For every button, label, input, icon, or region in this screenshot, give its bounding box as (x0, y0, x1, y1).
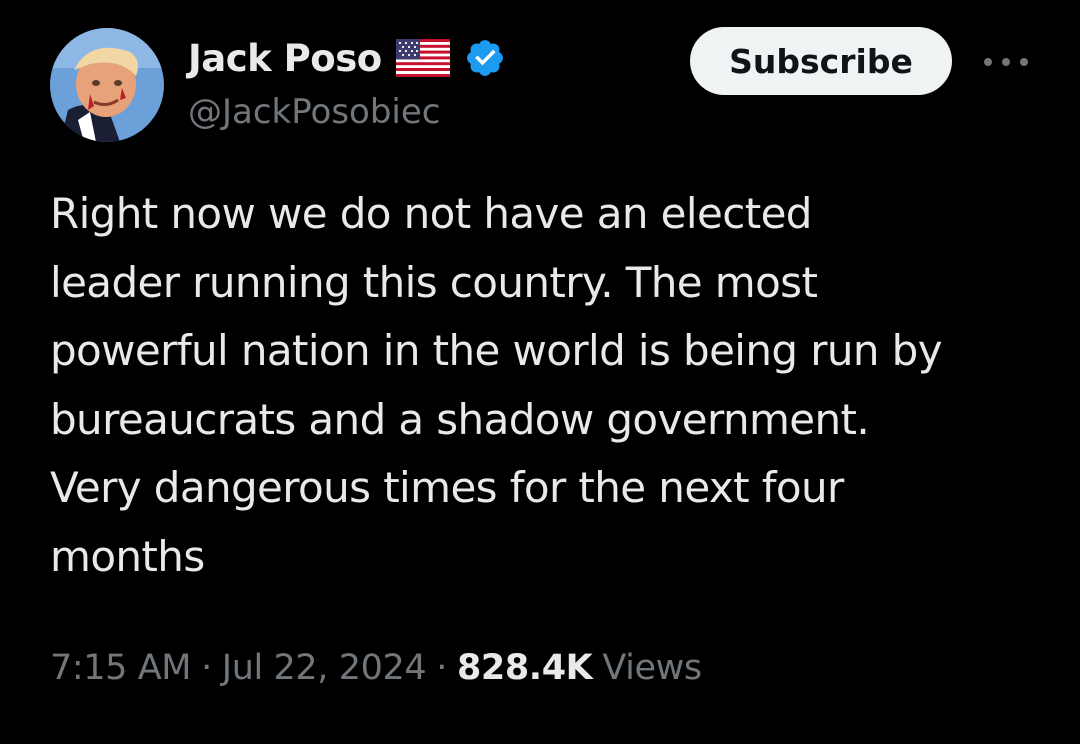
meta-separator: · (436, 648, 447, 688)
meta-separator: · (201, 648, 212, 688)
tweet-text-line: leader running this country. The most (50, 257, 818, 307)
tweet-text: Right now we do not have an elected lead… (50, 180, 1050, 591)
tweet-text-line: Right now we do not have an elected (50, 189, 812, 238)
views-count[interactable]: 828.4K (457, 648, 593, 688)
more-horizontal-icon[interactable] (984, 48, 1028, 76)
views-label: Views (602, 648, 702, 688)
avatar[interactable] (50, 28, 164, 142)
tweet-time[interactable]: 7:15 AM (50, 648, 191, 688)
tweet-date[interactable]: Jul 22, 2024 (222, 648, 427, 688)
author-display-name[interactable]: Jack Poso (188, 37, 382, 80)
avatar-image (50, 28, 164, 142)
subscribe-button[interactable]: Subscribe (690, 27, 952, 95)
more-dot (984, 58, 992, 66)
more-dot (1002, 58, 1010, 66)
author-handle[interactable]: @JackPosobiec (188, 92, 441, 132)
tweet-text-line: bureaucrats and a shadow government. (50, 394, 870, 444)
tweet-meta: 7:15 AM · Jul 22, 2024 · 828.4K Views (50, 642, 702, 694)
tweet-text-line: powerful nation in the world is being ru… (50, 326, 943, 375)
more-dot (1020, 58, 1028, 66)
author-name-row: Jack Poso (188, 32, 506, 84)
verified-badge-icon[interactable] (464, 37, 506, 79)
tweet-text-line: months (50, 531, 205, 581)
tweet-text-line: Very dangerous times for the next four (50, 463, 844, 512)
us-flag-icon (395, 39, 450, 77)
